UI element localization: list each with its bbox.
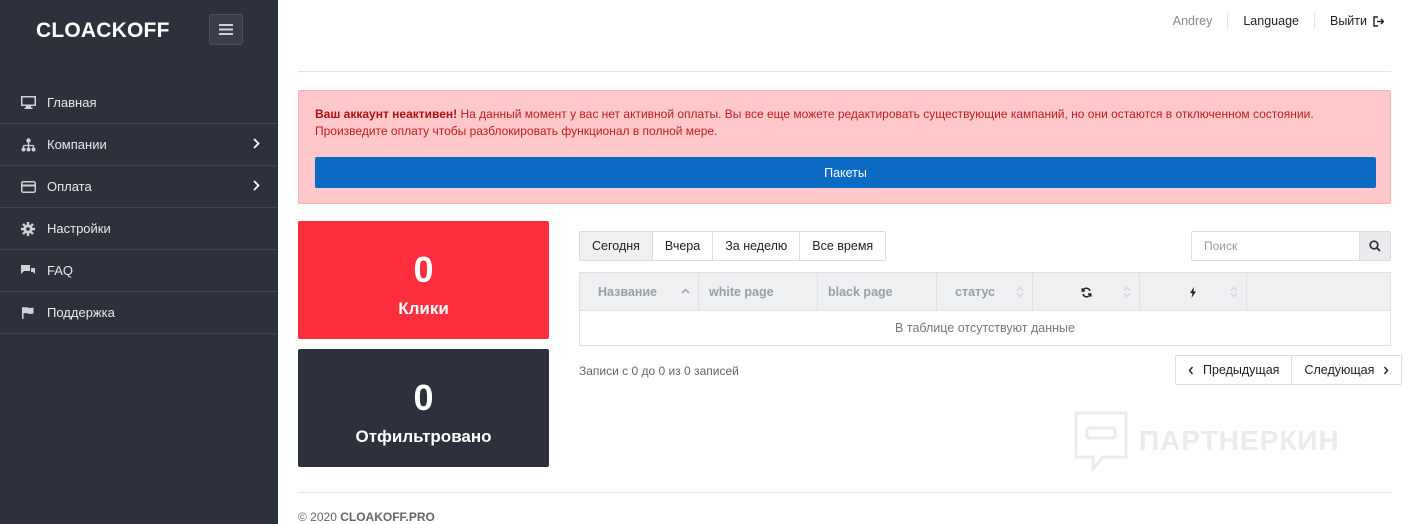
prev-page-button[interactable]: Предыдущая [1176,356,1291,384]
chevron-right-icon [1384,366,1389,374]
top-links: Andrey Language Выйти [1158,13,1391,29]
bolt-icon [1190,286,1196,298]
filtered-card: 0 Отфильтровано [298,349,549,467]
language-link[interactable]: Language [1227,13,1314,29]
sidebar-item-companies[interactable]: Компании [0,124,278,166]
sidebar-item-home[interactable]: Главная [0,82,278,124]
chevron-right-icon [253,138,260,149]
comments-icon [20,263,36,279]
footer-copyright: © 2020 [298,510,341,524]
alert-text: Ваш аккаунт неактивен! На данный момент … [315,106,1380,140]
clicks-value: 0 [413,249,434,290]
sidebar-nav: Главная Компании Оплата Настройки FAQ По… [0,82,278,334]
next-page-button[interactable]: Следующая [1291,356,1401,384]
watermark: ПАРТНЕРКИН [1073,410,1340,472]
col-name[interactable]: Название [580,273,699,311]
topbar: Andrey Language Выйти [298,0,1391,72]
search-box [1191,231,1391,261]
footer: © 2020 CLOAKOFF.PRO [298,510,435,524]
tab-yesterday[interactable]: Вчера [651,232,713,260]
hamburger-icon [219,24,233,35]
sidebar-item-label: Поддержка [47,305,115,320]
tab-all-time[interactable]: Все время [799,232,886,260]
sidebar-item-label: FAQ [47,263,74,278]
logout-link[interactable]: Выйти [1313,13,1391,29]
col-name-label: Название [598,285,658,299]
gear-icon [20,221,36,237]
sidebar-item-label: Главная [47,95,97,110]
brand-logo[interactable]: CLOACKOFF [36,19,170,43]
col-white-page-label: white page [709,285,774,299]
period-tabs: Сегодня Вчера За неделю Все время [579,231,887,261]
watermark-text: ПАРТНЕРКИН [1139,425,1340,456]
sitemap-icon [20,137,36,153]
campaigns-table: Название white page black page статус В … [579,272,1391,346]
sort-both-icon [1123,286,1131,298]
pagination: Предыдущая Следующая [1175,355,1403,385]
filtered-label: Отфильтровано [355,427,492,446]
inactive-account-alert: Ваш аккаунт неактивен! На данный момент … [298,90,1391,204]
search-icon [1369,240,1381,252]
packages-button[interactable]: Пакеты [315,157,1376,188]
tab-today[interactable]: Сегодня [580,232,652,260]
sidebar-item-label: Компании [47,137,107,152]
sidebar-item-label: Настройки [47,221,111,236]
clicks-label: Клики [398,299,449,318]
footer-brand[interactable]: CLOAKOFF.PRO [340,510,435,524]
logout-label: Выйти [1329,14,1367,28]
col-action[interactable] [1140,273,1247,311]
alert-message: На данный момент у вас нет активной опла… [315,107,1314,138]
clicks-card: 0 Клики [298,221,549,339]
monitor-icon [20,95,36,111]
menu-toggle-button[interactable] [209,14,243,45]
tab-week[interactable]: За неделю [712,232,800,260]
sidebar-item-label: Оплата [47,179,92,194]
table-header: Название white page black page статус [580,273,1390,311]
flag-icon [20,305,36,321]
search-input[interactable] [1192,232,1359,260]
next-page-label: Следующая [1304,363,1375,377]
chevron-left-icon [1188,366,1194,374]
search-button[interactable] [1359,232,1390,260]
sort-both-icon [1016,286,1024,298]
sidebar-item-faq[interactable]: FAQ [0,250,278,292]
col-black-page-label: black page [828,285,893,299]
alert-strong: Ваш аккаунт неактивен! [315,107,458,121]
user-name: Andrey [1172,14,1213,28]
chevron-right-icon [253,180,260,191]
filtered-value: 0 [413,377,434,418]
footer-divider [298,492,1391,493]
col-refresh[interactable] [1033,273,1140,311]
sidebar-item-payment[interactable]: Оплата [0,166,278,208]
sort-asc-icon [681,288,690,294]
sidebar-item-support[interactable]: Поддержка [0,292,278,334]
table-empty-message: В таблице отсутствуют данные [895,321,1075,335]
logout-icon [1373,15,1384,27]
prev-page-label: Предыдущая [1203,363,1280,377]
table-info: Записи с 0 до 0 из 0 записей [579,364,739,378]
credit-card-icon [20,179,36,195]
col-black-page[interactable]: black page [818,273,937,311]
sort-both-icon [1230,286,1238,298]
col-status-label: статус [955,285,996,299]
sidebar-item-settings[interactable]: Настройки [0,208,278,250]
col-white-page[interactable]: white page [699,273,818,311]
refresh-icon [1081,286,1091,298]
mask-logo-icon [1074,411,1128,472]
col-status[interactable]: статус [937,273,1033,311]
sidebar: CLOACKOFF Главная Компании Оплата Настро… [0,0,278,524]
